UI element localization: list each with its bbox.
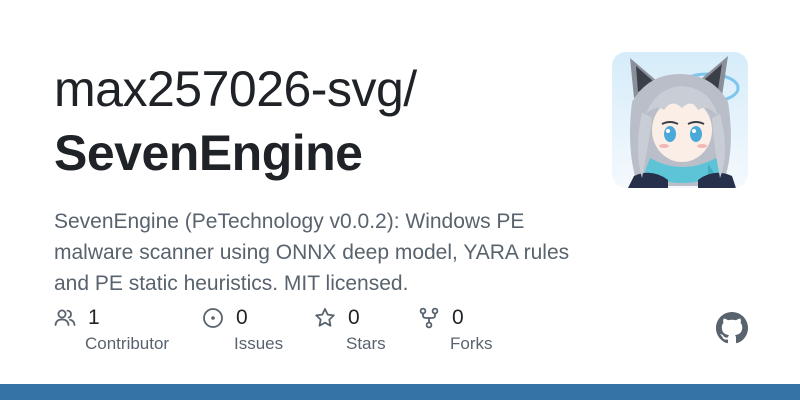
star-icon [314, 307, 336, 329]
repo-description: SevenEngine (PeTechnology v0.0.2): Windo… [54, 210, 570, 295]
repo-owner-path[interactable]: max257026-svg/ [54, 58, 417, 120]
contributor-count: 1 [88, 306, 100, 329]
star-count: 0 [348, 306, 360, 329]
people-icon [54, 307, 76, 329]
forks-label: Forks [450, 334, 493, 353]
issues-label: Issues [234, 334, 284, 353]
stat-issues[interactable]: 0 Issues [202, 304, 283, 353]
issue-circle-icon [202, 307, 224, 329]
stat-forks[interactable]: 0 Forks [418, 304, 493, 353]
issue-count: 0 [236, 306, 248, 329]
contributor-label: Contributor [85, 334, 170, 353]
fork-icon [418, 307, 440, 329]
fork-count: 0 [452, 306, 464, 329]
stat-contributors[interactable]: 1 Contributor [54, 304, 169, 353]
anime-character-avatar [612, 52, 748, 188]
owner-avatar[interactable] [612, 52, 748, 188]
github-mark-icon[interactable] [716, 312, 748, 344]
repo-name[interactable]: SevenEngine [54, 122, 363, 184]
repo-social-card: max257026-svg/ SevenEngine SevenEngine (… [0, 0, 800, 400]
stars-label: Stars [346, 334, 386, 353]
language-color-bar [0, 384, 800, 400]
stat-stars[interactable]: 0 Stars [314, 304, 386, 353]
